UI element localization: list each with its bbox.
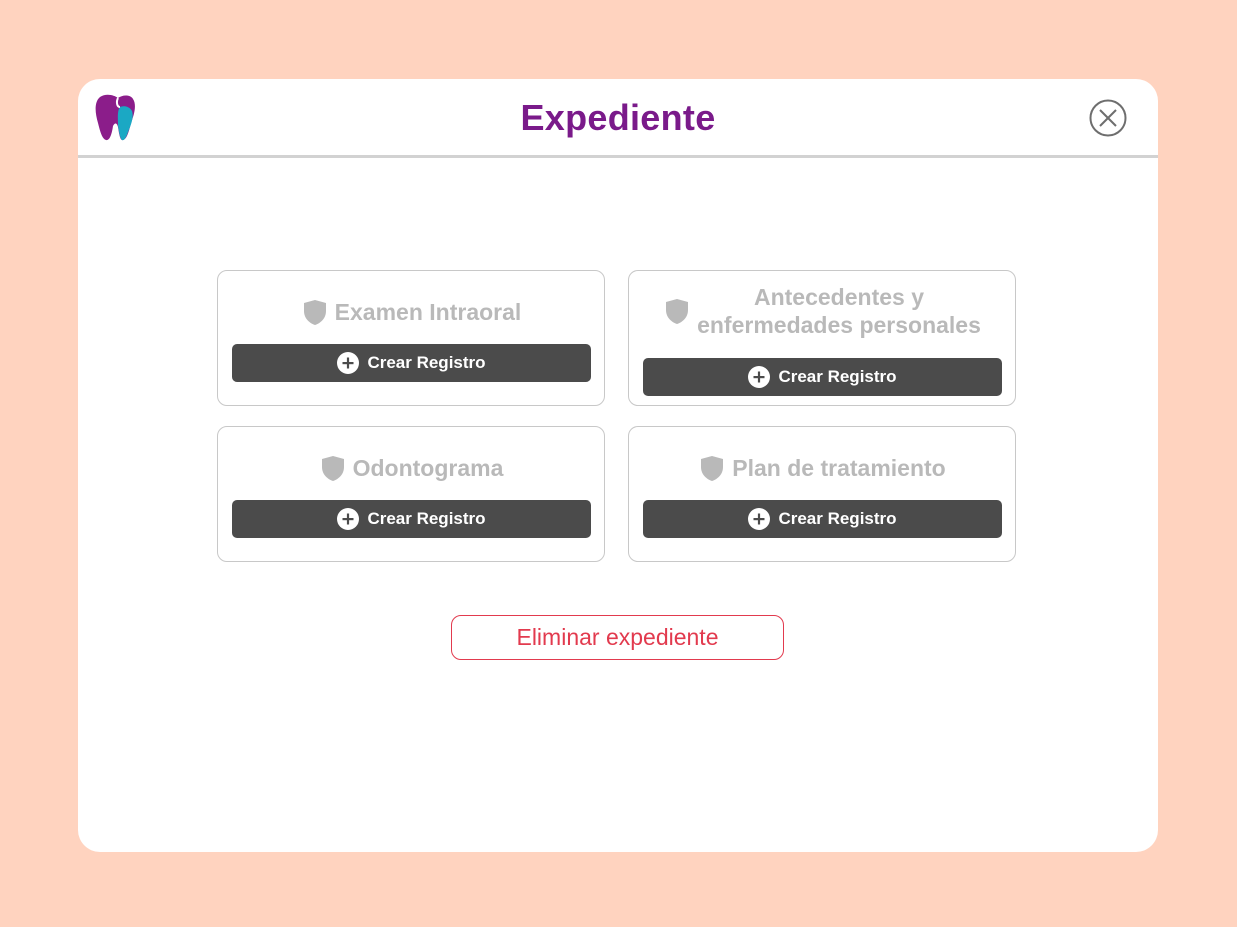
modal-title: Expediente (520, 97, 716, 138)
delete-record-button[interactable]: Eliminar expediente (451, 615, 784, 660)
card-header: Plan de tratamiento (629, 454, 1015, 482)
shield-icon (666, 299, 689, 324)
create-record-button[interactable]: Crear Registro (232, 344, 591, 382)
create-record-label: Crear Registro (778, 509, 897, 528)
card-title: Examen Intraoral (334, 299, 522, 325)
close-icon[interactable] (1089, 99, 1127, 137)
card-antecedentes: Antecedentes y enfermedades personales C… (628, 270, 1016, 406)
shield-icon (303, 300, 326, 325)
create-record-button[interactable]: Crear Registro (232, 500, 591, 538)
shield-icon (701, 456, 724, 481)
card-examen-intraoral: Examen Intraoral Crear Registro (217, 270, 605, 406)
card-header: Antecedentes y enfermedades personales (629, 283, 1015, 339)
plus-circle-icon (748, 508, 771, 530)
card-title-line1: Antecedentes y (753, 284, 924, 310)
expediente-modal: Expediente Examen Intraoral Crear Regist… (78, 79, 1158, 852)
plus-circle-icon (748, 366, 771, 388)
modal-header: Expediente (78, 79, 1158, 158)
create-record-label: Crear Registro (367, 353, 486, 372)
create-record-label: Crear Registro (367, 509, 486, 528)
card-plan-tratamiento: Plan de tratamiento Crear Registro (628, 426, 1016, 562)
card-header: Examen Intraoral (218, 298, 604, 326)
shield-icon (321, 456, 344, 481)
card-header: Odontograma (218, 454, 604, 482)
create-record-label: Crear Registro (778, 367, 897, 386)
card-title-line2: enfermedades personales (697, 312, 981, 338)
plus-circle-icon (337, 508, 360, 530)
card-title: Odontograma (352, 455, 504, 481)
card-title: Antecedentes y enfermedades personales (697, 283, 981, 339)
create-record-button[interactable]: Crear Registro (643, 358, 1002, 396)
card-title: Plan de tratamiento (732, 455, 946, 481)
plus-circle-icon (337, 352, 360, 374)
create-record-button[interactable]: Crear Registro (643, 500, 1002, 538)
card-odontograma: Odontograma Crear Registro (217, 426, 605, 562)
